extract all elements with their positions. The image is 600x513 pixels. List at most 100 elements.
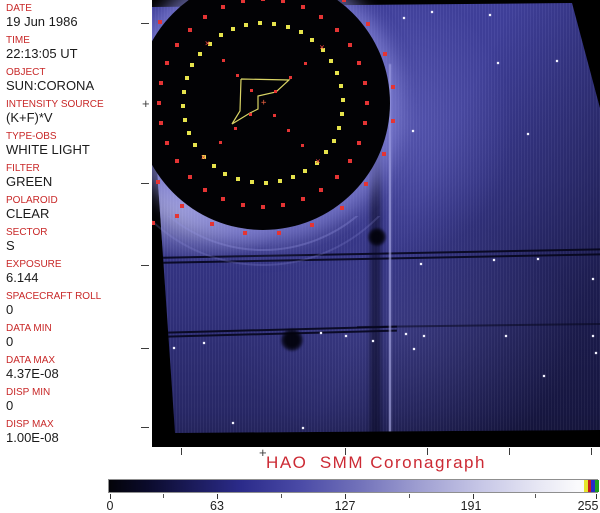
star-speck (489, 14, 491, 16)
yellow-ring-dot (329, 59, 333, 63)
red-ring-inner-dot (159, 81, 163, 85)
star-speck (595, 352, 597, 354)
colorbar-label: 191 (461, 499, 482, 513)
colorbar-label: 127 (335, 499, 356, 513)
yellow-ring-dot (183, 118, 187, 122)
field-label: POLAROID (6, 195, 152, 206)
yellow-ring-dot (340, 112, 344, 116)
colorbar-minor-tick (409, 494, 410, 498)
field-value: CLEAR (6, 206, 152, 221)
metadata-field: DISP MAX1.00E-08 (6, 419, 152, 447)
footer: + HAO SMM Coronagraph 063127191255 (0, 447, 600, 512)
spoke-dot (219, 141, 222, 144)
star-speck (493, 259, 495, 261)
yellow-ring-dot (182, 90, 186, 94)
yellow-ring-dot (310, 38, 314, 42)
yellow-ring-dot (190, 63, 194, 67)
star-speck (420, 263, 422, 265)
field-value: 22:13:05 UT (6, 46, 152, 61)
sun-center-tick (141, 427, 149, 428)
page-title: HAO SMM Coronagraph (152, 452, 600, 473)
yellow-ring-dot (185, 76, 189, 80)
yellow-ring-dot (250, 180, 254, 184)
red-ring-inner-dot (261, 205, 265, 209)
red-ring-outer-dot (340, 206, 344, 210)
star-speck (345, 335, 347, 337)
field-label: DATA MAX (6, 355, 152, 366)
red-ring-outer-dot (310, 223, 314, 227)
star-speck (413, 348, 415, 350)
red-ring-outer-dot (382, 152, 386, 156)
red-ring-inner-dot (335, 175, 339, 179)
red-ring-inner-dot (157, 101, 161, 105)
red-ring-outer-dot (243, 231, 247, 235)
red-ring-outer-dot (210, 222, 214, 226)
yellow-ring-dot (193, 143, 197, 147)
field-label: DISP MIN (6, 387, 152, 398)
red-ring-outer-dot (158, 20, 162, 24)
red-ring-inner-dot (175, 159, 179, 163)
cross-marker: × (201, 154, 206, 162)
field-value: 4.37E-08 (6, 366, 152, 381)
colorbar-label: 63 (210, 499, 224, 513)
yellow-ring-dot (219, 33, 223, 37)
yellow-ring-dot (278, 179, 282, 183)
field-value: 0 (6, 302, 152, 317)
spoke-dot (304, 62, 307, 65)
spoke-dot (236, 74, 239, 77)
red-ring-inner-dot (335, 28, 339, 32)
red-ring-inner-dot (365, 101, 369, 105)
metadata-field: EXPOSURE6.144 (6, 259, 152, 291)
cross-marker: × (319, 44, 324, 52)
red-ring-inner-dot (261, 0, 265, 1)
field-label: DISP MAX (6, 419, 152, 430)
metadata-field: SECTORS (6, 227, 152, 259)
red-ring-inner-dot (221, 5, 225, 9)
metadata-field: DISP MIN0 (6, 387, 152, 419)
colorbar-minor-tick (535, 494, 536, 498)
field-value: (K+F)*V (6, 110, 152, 125)
red-ring-inner-dot (241, 203, 245, 207)
sun-center-tick (141, 183, 149, 184)
red-ring-inner-dot (203, 15, 207, 19)
yellow-ring-dot (337, 126, 341, 130)
red-ring-outer-dot (342, 0, 346, 2)
colorbar-label: 0 (107, 499, 114, 513)
field-value: 0 (6, 334, 152, 349)
star-speck (372, 340, 374, 342)
field-label: OBJECT (6, 67, 152, 78)
red-ring-inner-dot (281, 0, 285, 3)
metadata-field: SPACECRAFT ROLL0 (6, 291, 152, 323)
red-ring-inner-dot (188, 28, 192, 32)
star-speck (320, 332, 322, 334)
yellow-ring-dot (324, 150, 328, 154)
yellow-ring-dot (291, 175, 295, 179)
red-ring-outer-dot (366, 22, 370, 26)
field-value: S (6, 238, 152, 253)
star-speck (505, 335, 507, 337)
spoke-dot (249, 113, 252, 116)
colorbar (108, 479, 598, 493)
colorbar-minor-tick (281, 494, 282, 498)
red-ring-outer-dot (156, 180, 160, 184)
red-ring-inner-dot (165, 61, 169, 65)
red-ring-inner-dot (188, 175, 192, 179)
sun-center-tick (141, 265, 149, 266)
metadata-field: POLAROIDCLEAR (6, 195, 152, 227)
yellow-ring-dot (223, 172, 227, 176)
star-speck (405, 333, 407, 335)
field-label: DATE (6, 3, 152, 14)
colorbar-end-stripe (595, 480, 599, 492)
yellow-ring-dot (335, 71, 339, 75)
metadata-field: DATA MIN0 (6, 323, 152, 355)
star-speck (543, 375, 545, 377)
red-ring-outer-dot (277, 231, 281, 235)
field-label: FILTER (6, 163, 152, 174)
star-speck (527, 133, 529, 135)
star-speck (173, 347, 175, 349)
field-label: INTENSITY SOURCE (6, 99, 152, 110)
yellow-ring-dot (231, 27, 235, 31)
coronagraph-display: DATE19 Jun 1986TIME22:13:05 UTOBJECTSUN:… (0, 0, 600, 512)
field-value: GREEN (6, 174, 152, 189)
red-ring-inner-dot (203, 188, 207, 192)
